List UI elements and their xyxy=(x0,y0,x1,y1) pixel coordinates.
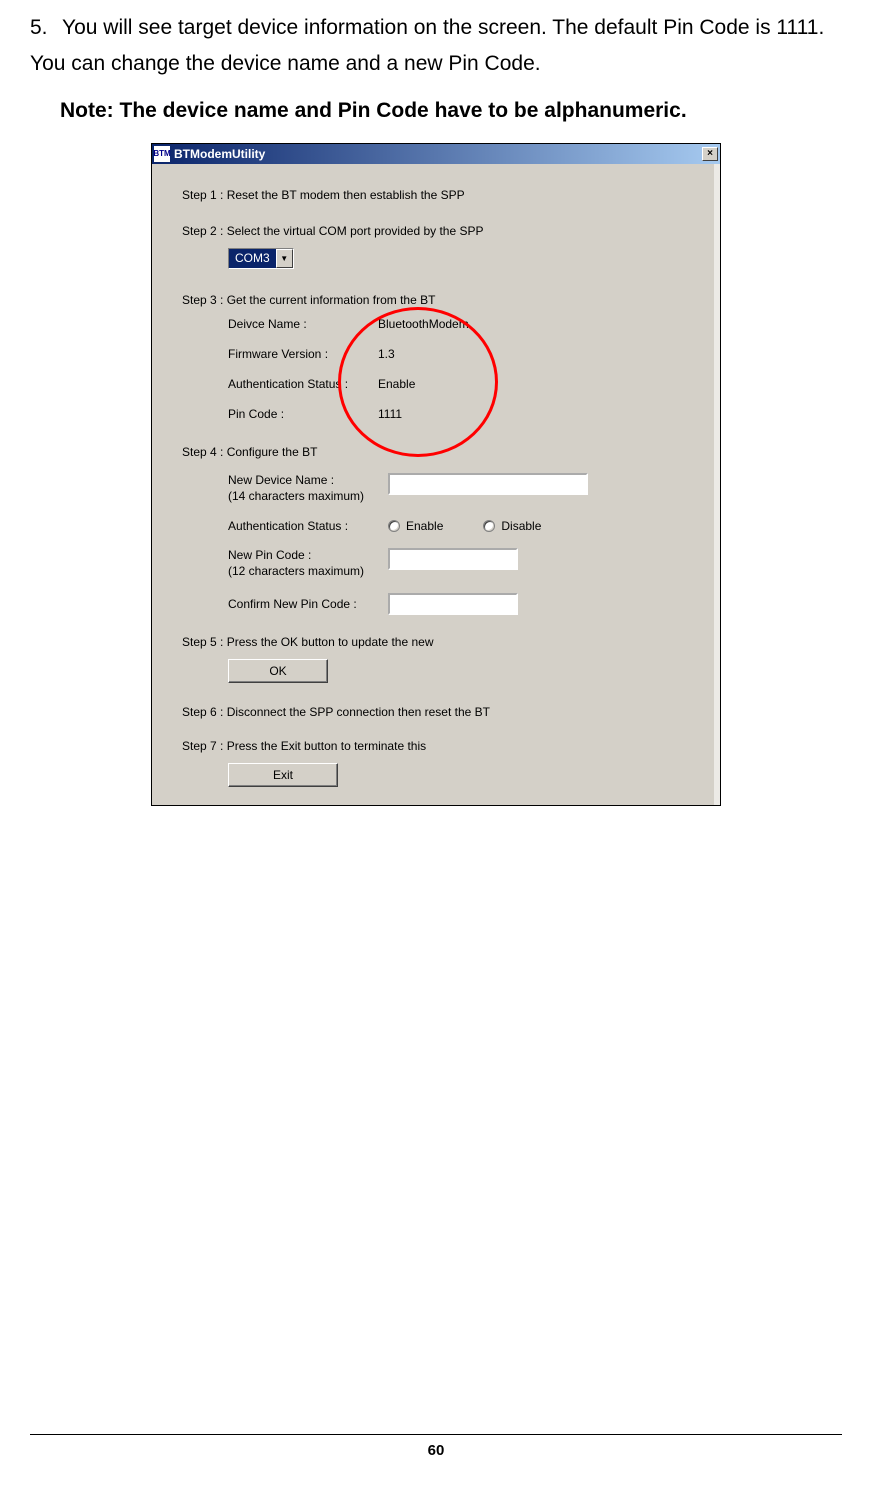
new-pin-code-input[interactable] xyxy=(388,548,518,570)
com-port-selected: COM3 xyxy=(229,249,276,268)
app-icon: BTM xyxy=(154,146,170,162)
page-number: 60 xyxy=(0,1442,872,1459)
radio-icon xyxy=(388,520,400,532)
disable-radio[interactable]: Disable xyxy=(483,519,541,533)
screenshot-frame: BTM BTModemUtility × Step 1 : Reset the … xyxy=(151,143,721,806)
step4-text: Step 4 : Configure the BT xyxy=(182,445,714,459)
auth-status-label: Authentication Status : xyxy=(228,377,378,391)
enable-radio-label: Enable xyxy=(406,519,443,533)
confirm-pin-code-label: Confirm New Pin Code : xyxy=(228,597,388,613)
close-button[interactable]: × xyxy=(702,147,718,161)
instruction-text: You will see target device information o… xyxy=(30,16,824,75)
step5-text: Step 5 : Press the OK button to update t… xyxy=(182,635,714,649)
footer-rule xyxy=(30,1434,842,1435)
auth-status-value: Enable xyxy=(378,377,415,391)
app-window: BTM BTModemUtility × Step 1 : Reset the … xyxy=(152,144,720,805)
new-device-name-input[interactable] xyxy=(388,473,588,495)
new-pin-code-label: New Pin Code : (12 characters maximum) xyxy=(228,548,388,579)
confirm-pin-code-input[interactable] xyxy=(388,593,518,615)
radio-icon xyxy=(483,520,495,532)
window-title: BTModemUtility xyxy=(174,147,702,161)
step3-text: Step 3 : Get the current information fro… xyxy=(182,293,714,307)
enable-radio[interactable]: Enable xyxy=(388,519,443,533)
pin-code-value: 1111 xyxy=(378,407,402,421)
ok-button[interactable]: OK xyxy=(228,659,328,683)
pin-code-label: Pin Code : xyxy=(228,407,378,421)
step6-text: Step 6 : Disconnect the SPP connection t… xyxy=(182,705,714,719)
firmware-version-value: 1.3 xyxy=(378,347,395,361)
disable-radio-label: Disable xyxy=(501,519,541,533)
device-name-label: Deivce Name : xyxy=(228,317,378,331)
window-body: Step 1 : Reset the BT modem then establi… xyxy=(152,164,720,805)
com-port-combo[interactable]: COM3 ▼ xyxy=(228,248,294,269)
step2-text: Step 2 : Select the virtual COM port pro… xyxy=(182,224,714,238)
new-device-name-label: New Device Name : (14 characters maximum… xyxy=(228,473,388,504)
cfg-auth-status-label: Authentication Status : xyxy=(228,519,388,535)
title-bar: BTM BTModemUtility × xyxy=(152,144,720,164)
device-name-value: BluetoothModem xyxy=(378,317,469,331)
step7-text: Step 7 : Press the Exit button to termin… xyxy=(182,739,714,753)
step1-text: Step 1 : Reset the BT modem then establi… xyxy=(182,188,714,202)
exit-button[interactable]: Exit xyxy=(228,763,338,787)
list-number: 5. xyxy=(30,10,62,46)
instruction-paragraph: 5.You will see target device information… xyxy=(30,10,842,81)
note-text: Note: The device name and Pin Code have … xyxy=(60,99,842,123)
firmware-version-label: Firmware Version : xyxy=(228,347,378,361)
chevron-down-icon[interactable]: ▼ xyxy=(276,249,293,268)
